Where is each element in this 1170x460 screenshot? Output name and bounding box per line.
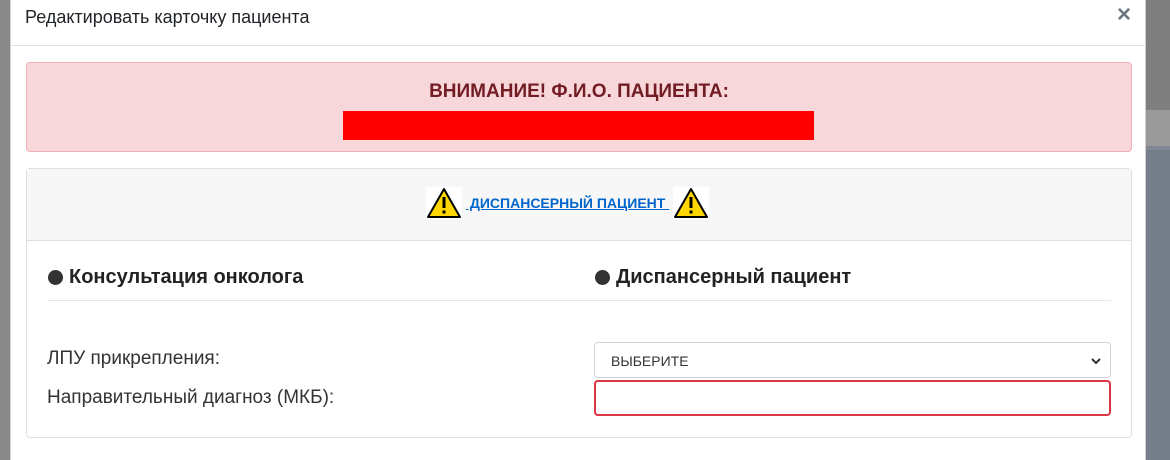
divider — [47, 300, 1111, 301]
section-label: Консультация онколога — [69, 266, 304, 288]
section-dispensary-patient: Диспансерный пациент — [595, 265, 851, 289]
section-label: Диспансерный пациент — [616, 266, 852, 288]
lpu-label: ЛПУ прикрепления: — [47, 348, 221, 369]
warning-icon — [673, 187, 710, 219]
background-strip — [1146, 110, 1170, 150]
card-header: ДИСПАНСЕРНЫЙ ПАЦИЕНТ — [27, 169, 1131, 241]
bullet-icon — [48, 269, 63, 285]
warning-icon — [426, 187, 462, 219]
lpu-select[interactable]: ВЫБЕРИТЕ — [594, 342, 1111, 378]
alert-title: ВНИМАНИЕ! Ф.И.О. ПАЦИЕНТА: — [429, 81, 729, 102]
chevron-down-icon — [1090, 354, 1102, 370]
modal-title: Редактировать карточку пациента — [25, 7, 310, 27]
close-button[interactable]: × — [1117, 2, 1131, 28]
patient-name-alert: ВНИМАНИЕ! Ф.И.О. ПАЦИЕНТА: — [26, 62, 1132, 152]
bullet-icon — [595, 269, 610, 285]
diagnosis-label: Направительный диагноз (МКБ): — [47, 387, 335, 408]
diagnosis-input[interactable] — [594, 380, 1111, 416]
modal-header: Редактировать карточку пациента × — [11, 0, 1145, 46]
redacted-patient-name — [343, 111, 814, 140]
dispensary-header: ДИСПАНСЕРНЫЙ ПАЦИЕНТ — [426, 187, 710, 219]
lpu-select-value: ВЫБЕРИТЕ — [611, 353, 689, 369]
background-panel — [1146, 146, 1170, 460]
dispensary-patient-link[interactable]: ДИСПАНСЕРНЫЙ ПАЦИЕНТ — [466, 195, 669, 211]
edit-patient-modal: Редактировать карточку пациента × ВНИМАН… — [10, 0, 1146, 460]
section-oncologist-consultation: Консультация онколога — [48, 265, 303, 289]
patient-card: ДИСПАНСЕРНЫЙ ПАЦИЕНТ Консультация онколо… — [26, 168, 1132, 438]
background-overlay — [1146, 0, 1170, 460]
